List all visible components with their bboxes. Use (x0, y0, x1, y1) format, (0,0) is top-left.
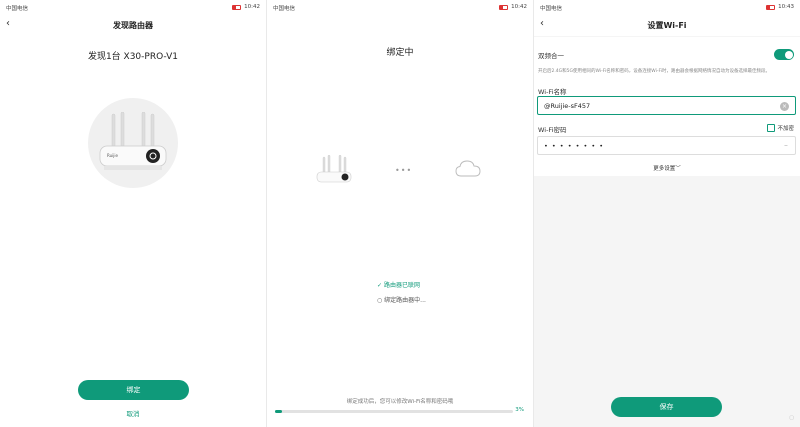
carrier-label: 中国电信 (273, 6, 296, 12)
clock: 10:42 (511, 4, 527, 10)
router-icon (99, 112, 167, 170)
dual-band-toggle[interactable] (774, 49, 794, 60)
router-brand-label: Ruijie (107, 153, 118, 158)
page-title: 发现路由器 (113, 21, 153, 30)
cancel-link[interactable]: 取消 (110, 408, 156, 418)
screen-wifi-setup: 中国电信 10:43 ‹ 设置Wi-Fi 双频合一 开启后2.4G和5G使用相同… (534, 0, 800, 427)
save-button[interactable]: 保存 (611, 397, 722, 417)
clear-icon[interactable]: × (780, 102, 789, 111)
wifi-name-label: Wi-Fi名称 (538, 88, 567, 96)
no-encrypt-label: 不加密 (777, 126, 794, 132)
carrier-label: 中国电信 (540, 6, 563, 12)
binding-steps: ✓ 路由器已联网 ○ 绑定路由器中... (377, 280, 426, 304)
status-bar: 中国电信 10:42 (0, 0, 266, 14)
no-encrypt-checkbox[interactable] (767, 124, 776, 132)
bind-button[interactable]: 绑定 (78, 380, 189, 400)
wifi-password-field: ⌣ (537, 136, 796, 155)
clock: 10:43 (778, 4, 794, 10)
nav-bar: ‹ 发现路由器 (0, 14, 266, 36)
step-label: 路由器已联网 (383, 282, 420, 289)
connecting-dots-icon: ••• (395, 166, 413, 175)
no-encrypt-option[interactable]: 不加密 (767, 124, 794, 132)
clock: 10:42 (244, 4, 260, 10)
page-title: 绑定中 (386, 48, 414, 58)
eye-hidden-icon[interactable]: ⌣ (784, 142, 788, 150)
watermark: ▢ (789, 415, 794, 421)
wifi-password-input[interactable] (538, 137, 795, 154)
progress-bar (275, 410, 513, 413)
nav-bar: ‹ 设置Wi-Fi (534, 14, 800, 36)
page-title: 设置Wi-Fi (647, 21, 687, 30)
wifi-password-label: Wi-Fi密码 (538, 126, 567, 134)
step-label: 绑定路由器中... (384, 297, 426, 304)
progress-percent: 3% (515, 407, 524, 413)
cloud-icon (455, 160, 481, 177)
dual-band-label: 双频合一 (538, 52, 564, 60)
carrier-label: 中国电信 (6, 6, 29, 12)
wifi-name-input[interactable] (538, 97, 795, 114)
wifi-name-field: × (537, 96, 796, 115)
step-item-binding: ○ 绑定路由器中... (377, 295, 426, 304)
more-settings-label: 更多设置 (653, 166, 676, 172)
router-icon (316, 155, 352, 183)
battery-icon (232, 4, 242, 10)
more-settings-link[interactable]: 更多设置﹀ (534, 164, 800, 172)
step-item-connected: ✓ 路由器已联网 (377, 280, 426, 289)
progress-fill (275, 410, 283, 413)
battery-icon (499, 4, 509, 10)
check-icon: ✓ (377, 282, 384, 289)
dual-band-description: 开启后2.4G和5G使用相同的Wi-Fi名称和密码，设备连接Wi-Fi时，路由器… (538, 69, 770, 74)
battery-icon (766, 4, 776, 10)
binding-hint: 绑定成功后，您可以修改Wi-Fi名称和密码哦 (346, 399, 454, 405)
status-bar: 中国电信 10:42 (267, 0, 533, 14)
status-bar: 中国电信 10:43 (534, 0, 800, 14)
found-device-text: 发现1台 X30-PRO-V1 (87, 52, 179, 62)
screen-binding: 中国电信 10:42 绑定中 ••• ✓ 路由器已联网 ○ 绑定路由器中... … (267, 0, 533, 427)
chevron-down-icon: ﹀ (675, 166, 681, 172)
screen-discover-router: 中国电信 10:42 ‹ 发现路由器 发现1台 X30-PRO-V1 Ruiji… (0, 0, 266, 427)
